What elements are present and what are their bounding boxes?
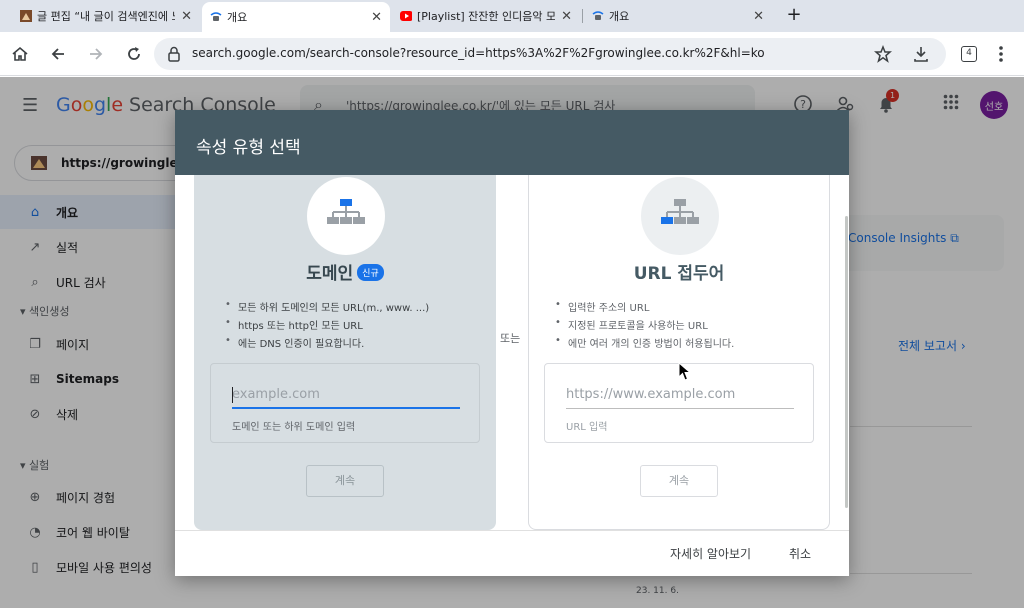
wordpress-favicon-icon: [20, 10, 32, 22]
tab-title: [Playlist] 잔잔한 인디음악 모음: [417, 10, 556, 23]
dialog-header: 속성 유형 선택: [175, 110, 849, 175]
close-tab-icon[interactable]: ✕: [561, 9, 572, 24]
dialog-title: 속성 유형 선택: [196, 138, 301, 158]
dialog-scrollbar[interactable]: [845, 216, 848, 508]
browser-tab-active[interactable]: 개요 ✕: [202, 2, 390, 32]
url-input-hint: URL 입력: [566, 422, 608, 433]
domain-input-box: example.com 도메인 또는 하위 도메인 입력: [210, 363, 480, 443]
url-prefix-hierarchy-icon: [661, 199, 699, 224]
domain-hierarchy-icon: [327, 199, 365, 224]
url-text: search.google.com/search-console?resourc…: [192, 46, 765, 60]
domain-input[interactable]: example.com: [232, 385, 460, 409]
tab-separator: [582, 9, 583, 23]
cancel-button[interactable]: 취소: [789, 545, 811, 562]
url-prefix-title: URL 접두어: [633, 264, 725, 284]
tab-title: 개요: [609, 10, 630, 23]
url-input[interactable]: https://www.example.com: [566, 385, 794, 409]
youtube-favicon-icon: [400, 10, 412, 22]
tab-switcher-button[interactable]: 4: [961, 46, 977, 62]
url-prefix-option-panel[interactable]: URL 접두어 입력한 주소의 URL 지정된 프로토콜을 사용하는 URL 에…: [528, 175, 830, 530]
mouse-pointer-icon: [678, 361, 692, 382]
search-console-favicon-icon: [592, 10, 604, 22]
list-item: 입력한 주소의 URL: [555, 299, 734, 317]
domain-continue-button[interactable]: 계속: [306, 465, 384, 497]
back-arrow-icon[interactable]: [46, 42, 70, 66]
more-menu-icon[interactable]: [989, 42, 1013, 66]
address-bar[interactable]: search.google.com/search-console?resourc…: [154, 38, 946, 70]
list-item: 에는 DNS 인증이 필요합니다.: [225, 335, 429, 353]
domain-option-panel[interactable]: 도메인신규 모든 하위 도메인의 모든 URL(m., www. ...) ht…: [194, 175, 496, 530]
browser-toolbar: search.google.com/search-console?resourc…: [0, 32, 1024, 76]
site-info-icon[interactable]: [166, 45, 182, 63]
list-item: https 또는 http인 모든 URL: [225, 317, 429, 335]
domain-title: 도메인 신규: [195, 259, 495, 284]
tab-title: 글 편집 “내 글이 검색엔진에 노출: [37, 10, 175, 23]
learn-more-button[interactable]: 자세히 알아보기: [670, 545, 751, 562]
forward-arrow-icon[interactable]: [84, 42, 108, 66]
list-item: 모든 하위 도메인의 모든 URL(m., www. ...): [225, 299, 429, 317]
text-caret: [232, 387, 233, 403]
url-continue-button[interactable]: 계속: [640, 465, 718, 497]
list-item: 에만 여러 개의 인증 방법이 허용됩니다.: [555, 335, 734, 353]
browser-tab[interactable]: [Playlist] 잔잔한 인디음악 모음 ✕: [392, 4, 580, 28]
domain-input-hint: 도메인 또는 하위 도메인 입력: [232, 422, 356, 433]
download-icon[interactable]: [909, 42, 933, 66]
browser-tab-strip: 글 편집 “내 글이 검색엔진에 노출 ✕ 개요 ✕ [Playlist] 잔잔…: [0, 0, 1024, 32]
bookmark-star-icon[interactable]: [871, 42, 895, 66]
dialog-body: 도메인신규 모든 하위 도메인의 모든 URL(m., www. ...) ht…: [175, 175, 849, 530]
dialog-footer: 자세히 알아보기 취소: [175, 530, 849, 576]
new-badge: 신규: [357, 264, 384, 281]
close-tab-icon[interactable]: ✕: [753, 9, 764, 24]
browser-tab[interactable]: 개요 ✕: [584, 4, 772, 28]
domain-icon-circle: [307, 177, 385, 255]
home-icon[interactable]: [8, 42, 32, 66]
list-item: 지정된 프로토콜을 사용하는 URL: [555, 317, 734, 335]
search-console-favicon-icon: [210, 11, 222, 23]
domain-features-list: 모든 하위 도메인의 모든 URL(m., www. ...) https 또는…: [225, 299, 429, 353]
property-type-dialog: 속성 유형 선택 도메인신규 모든 하위 도메인의 모든 URL(m., www…: [175, 110, 849, 576]
browser-tab[interactable]: 글 편집 “내 글이 검색엔진에 노출 ✕: [12, 4, 200, 28]
close-tab-icon[interactable]: ✕: [181, 9, 192, 24]
url-prefix-icon-circle: [641, 177, 719, 255]
tab-title: 개요: [227, 11, 248, 24]
close-tab-icon[interactable]: ✕: [371, 10, 382, 25]
new-tab-button[interactable]: +: [784, 4, 804, 26]
or-label: 또는: [500, 332, 521, 345]
url-prefix-features-list: 입력한 주소의 URL 지정된 프로토콜을 사용하는 URL 에만 여러 개의 …: [555, 299, 734, 353]
reload-icon[interactable]: [122, 42, 146, 66]
